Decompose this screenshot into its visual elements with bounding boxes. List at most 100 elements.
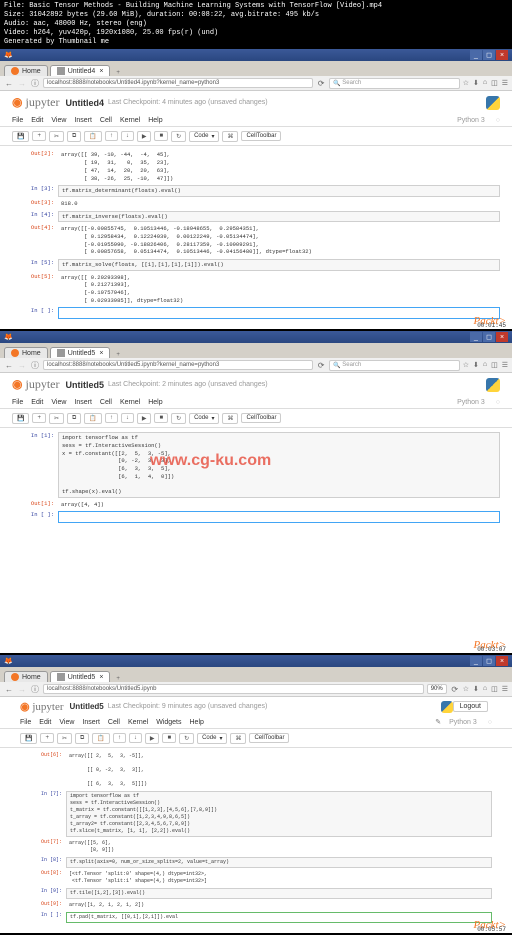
menu-cell[interactable]: Cell (108, 719, 120, 726)
menu-insert[interactable]: Insert (74, 399, 92, 406)
notebook-title[interactable]: Untitled4 (65, 98, 104, 108)
stop-button[interactable]: ■ (154, 131, 168, 141)
celltype-select[interactable]: Code▾ (189, 413, 219, 424)
move-up-button[interactable]: ↑ (113, 733, 126, 743)
maximize-button[interactable]: ◻ (483, 656, 495, 666)
menu-help[interactable]: Help (148, 117, 162, 124)
jupyter-logo[interactable]: ◉ jupyter (12, 377, 59, 392)
tab-home[interactable]: Home (4, 65, 48, 76)
cut-button[interactable]: ✂ (49, 131, 64, 142)
notebook-title[interactable]: Untitled5 (65, 380, 104, 390)
code-cell[interactable]: tf.split(axis=0, num_or_size_splits=2, v… (66, 857, 492, 868)
copy-button[interactable]: ⧉ (75, 733, 89, 744)
sidebar-icon[interactable]: ◫ (491, 79, 498, 87)
back-button[interactable]: ← (4, 360, 14, 370)
menu-widgets[interactable]: Widgets (156, 719, 181, 726)
menu-cell[interactable]: Cell (100, 117, 112, 124)
code-cell-empty[interactable] (58, 511, 500, 523)
celltoolbar-select[interactable]: CellToolbar (249, 733, 289, 743)
menu-icon[interactable]: ☰ (502, 361, 508, 369)
tab-notebook[interactable]: Untitled4× (50, 65, 111, 76)
menu-help[interactable]: Help (148, 399, 162, 406)
menu-edit[interactable]: Edit (39, 719, 51, 726)
download-icon[interactable]: ⬇ (473, 79, 479, 87)
add-cell-button[interactable]: + (32, 413, 46, 423)
command-palette-button[interactable]: ⌘ (222, 131, 238, 142)
close-button[interactable]: × (496, 50, 508, 60)
command-palette-button[interactable]: ⌘ (222, 413, 238, 424)
tab-notebook[interactable]: Untitled5× (50, 347, 111, 358)
url-input[interactable]: localhost:8888/notebooks/Untitled5.ipynb (43, 684, 424, 694)
move-down-button[interactable]: ↓ (121, 413, 134, 423)
menu-file[interactable]: File (12, 117, 23, 124)
copy-button[interactable]: ⧉ (67, 131, 81, 142)
forward-button[interactable]: → (17, 360, 27, 370)
code-cell[interactable]: tf.matrix_determinant(floats).eval() (58, 185, 500, 197)
code-cell-active[interactable]: tf.pad(t_matrix, [[0,1],[2,1]]).eval (66, 912, 492, 923)
download-icon[interactable]: ⬇ (473, 685, 479, 693)
menu-edit[interactable]: Edit (31, 117, 43, 124)
menu-help[interactable]: Help (190, 719, 204, 726)
menu-file[interactable]: File (20, 719, 31, 726)
code-cell[interactable]: import tensorflow as tf sess = tf.Intera… (58, 432, 500, 498)
paste-button[interactable]: 📋 (84, 131, 101, 142)
menu-file[interactable]: File (12, 399, 23, 406)
celltype-select[interactable]: Code▾ (189, 131, 219, 142)
self-icon[interactable]: ☆ (463, 685, 469, 693)
stop-button[interactable]: ■ (162, 733, 176, 743)
cut-button[interactable]: ✂ (49, 413, 64, 424)
sidebar-icon[interactable]: ◫ (491, 361, 498, 369)
minimize-button[interactable]: _ (470, 50, 482, 60)
maximize-button[interactable]: ◻ (483, 50, 495, 60)
home-icon[interactable]: ⌂ (483, 79, 487, 87)
paste-button[interactable]: 📋 (92, 733, 109, 744)
menu-kernel[interactable]: Kernel (120, 399, 140, 406)
paste-button[interactable]: 📋 (84, 413, 101, 424)
notebook-title[interactable]: Untitled5 (70, 702, 104, 711)
jupyter-logo[interactable]: ◉ jupyter (20, 700, 64, 713)
self-icon[interactable]: ☆ (463, 79, 469, 87)
minimize-button[interactable]: _ (470, 656, 482, 666)
reload-button[interactable]: ⟳ (316, 78, 326, 88)
code-cell[interactable]: tf.tile([1,2],[3]).eval() (66, 888, 492, 899)
run-button[interactable]: ▶ (137, 131, 152, 142)
run-button[interactable]: ▶ (137, 413, 152, 424)
menu-edit[interactable]: Edit (31, 399, 43, 406)
search-input[interactable]: 🔍 Search (329, 360, 460, 371)
logout-button[interactable]: Logout (453, 701, 488, 712)
tab-notebook[interactable]: Untitled5× (50, 671, 111, 682)
menu-kernel[interactable]: Kernel (120, 117, 140, 124)
save-button[interactable]: 💾 (12, 413, 29, 424)
reload-button[interactable]: ⟳ (316, 360, 326, 370)
back-button[interactable]: ← (4, 684, 14, 694)
home-icon[interactable]: ⌂ (483, 685, 487, 693)
stop-button[interactable]: ■ (154, 413, 168, 423)
run-button[interactable]: ▶ (145, 733, 160, 744)
minimize-button[interactable]: _ (470, 332, 482, 342)
maximize-button[interactable]: ◻ (483, 332, 495, 342)
new-tab-button[interactable]: + (112, 676, 124, 682)
forward-button[interactable]: → (17, 78, 27, 88)
jupyter-logo[interactable]: ◉ jupyter (12, 95, 59, 110)
add-cell-button[interactable]: + (40, 733, 54, 743)
reload-button[interactable]: ⟳ (450, 684, 460, 694)
close-button[interactable]: × (496, 656, 508, 666)
close-button[interactable]: × (496, 332, 508, 342)
celltoolbar-select[interactable]: CellToolbar (241, 413, 281, 423)
restart-button[interactable]: ↻ (171, 131, 186, 142)
url-input[interactable]: localhost:8888/notebooks/Untitled5.ipynb… (43, 360, 313, 370)
move-down-button[interactable]: ↓ (129, 733, 142, 743)
celltoolbar-select[interactable]: CellToolbar (241, 131, 281, 141)
menu-insert[interactable]: Insert (82, 719, 100, 726)
move-up-button[interactable]: ↑ (105, 131, 118, 141)
sidebar-icon[interactable]: ◫ (491, 685, 498, 693)
cut-button[interactable]: ✂ (57, 733, 72, 744)
download-icon[interactable]: ⬇ (473, 361, 479, 369)
move-down-button[interactable]: ↓ (121, 131, 134, 141)
menu-kernel[interactable]: Kernel (128, 719, 148, 726)
menu-cell[interactable]: Cell (100, 399, 112, 406)
url-input[interactable]: localhost:8888/notebooks/Untitled4.ipynb… (43, 78, 313, 88)
back-button[interactable]: ← (4, 78, 14, 88)
home-icon[interactable]: ⌂ (483, 361, 487, 369)
add-cell-button[interactable]: + (32, 131, 46, 141)
